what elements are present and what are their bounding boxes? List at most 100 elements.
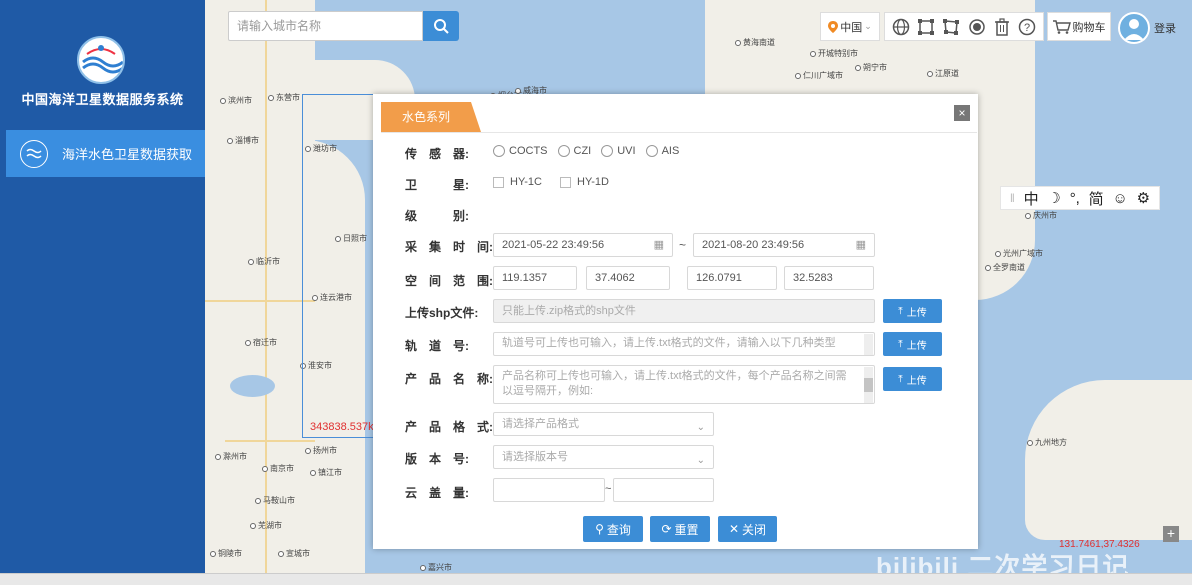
upload-icon: ⤒ <box>898 373 903 385</box>
satellite-checkbox-hy1d[interactable]: HY-1D <box>560 176 609 188</box>
map-city-label: 光州广域市 <box>995 248 1043 259</box>
version-select[interactable]: 请选择版本号 ⌄ <box>493 445 714 469</box>
dialog-close-icon[interactable]: × <box>954 105 970 121</box>
ime-mode-chinese[interactable]: 中 <box>1024 188 1039 209</box>
map-city-label: 马鞍山市 <box>255 495 295 506</box>
map-city-label: 开城特别市 <box>810 48 858 59</box>
format-label: 产 品 格 式: <box>405 420 493 434</box>
shp-label: 上传shp文件: <box>405 306 479 320</box>
query-button[interactable]: ⚲ 查询 <box>583 516 643 542</box>
cloud-min-input[interactable] <box>493 478 605 502</box>
satellite-checkbox-hy1c[interactable]: HY-1C <box>493 176 542 188</box>
shp-file-input[interactable]: 只能上传.zip格式的shp文件 <box>493 299 875 323</box>
draw-polygon-icon[interactable] <box>942 18 960 36</box>
map-city-label: 铜陵市 <box>210 548 242 559</box>
sensor-radio-czi[interactable]: CZI <box>557 145 591 158</box>
sidebar: 中国海洋卫星数据服务系统 海洋水色卫星数据获取 <box>0 0 205 573</box>
map-city-label: 九州地方 <box>1027 437 1067 448</box>
ime-toolbar: ‖ 中 ☽ °, 简 ☺ ⚙ <box>1000 186 1160 210</box>
shp-upload-button[interactable]: ⤒ 上传 <box>883 299 942 323</box>
tab-ocean-color[interactable]: 水色系列 <box>381 102 481 132</box>
ime-simplified[interactable]: 简 <box>1089 188 1104 209</box>
map-city-label: 滁州市 <box>215 451 247 462</box>
product-upload-button[interactable]: ⤒ 上传 <box>883 367 942 391</box>
time-separator: ~ <box>679 238 687 252</box>
sensor-radio-ais[interactable]: AIS <box>645 145 679 158</box>
nav-item-ocean-color[interactable]: 海洋水色卫星数据获取 <box>6 130 205 177</box>
orbit-scrollbar[interactable] <box>864 334 873 355</box>
map-city-label: 宣城市 <box>278 548 310 559</box>
close-icon: ✕ <box>728 522 740 536</box>
cart-icon <box>1052 19 1071 34</box>
range-label: 空 间 范 围: <box>405 274 493 288</box>
map-city-label: 东营市 <box>268 92 300 103</box>
app-logo <box>77 36 125 84</box>
orbit-upload-button[interactable]: ⤒ 上传 <box>883 332 942 356</box>
format-select[interactable]: 请选择产品格式 ⌄ <box>493 412 714 436</box>
city-search-input[interactable]: 请输入城市名称 <box>228 11 423 41</box>
satellite-options: HY-1C HY-1D <box>493 176 609 188</box>
waves-icon <box>20 139 48 168</box>
ime-emoji-icon[interactable]: ☺ <box>1113 190 1128 207</box>
close-button[interactable]: ✕ 关闭 <box>718 516 777 542</box>
ime-moon-icon[interactable]: ☽ <box>1047 189 1060 207</box>
map-city-label: 黄海南道 <box>735 37 775 48</box>
ime-handle[interactable]: ‖ <box>1010 191 1015 205</box>
map-land <box>1025 380 1192 540</box>
refresh-icon: ⟳ <box>661 522 672 536</box>
level-label: 级 别: <box>405 209 469 223</box>
calendar-icon: ▦ <box>653 239 664 251</box>
location-pin-icon <box>828 20 839 33</box>
cloud-max-input[interactable] <box>613 478 714 502</box>
help-icon[interactable]: ? <box>1018 18 1036 36</box>
map-selection-rectangle[interactable] <box>302 94 377 438</box>
satellite-label: 卫 星: <box>405 178 469 192</box>
map-city-label: 宿迁市 <box>245 337 277 348</box>
globe-icon[interactable] <box>892 18 910 36</box>
time-label: 采 集 时 间: <box>405 240 493 254</box>
map-city-label: 扬州市 <box>305 445 337 456</box>
zoom-in-button[interactable]: + <box>1163 526 1179 542</box>
draw-circle-icon[interactable] <box>968 18 986 36</box>
time-end-input[interactable]: 2021-08-20 23:49:56 ▦ <box>693 233 875 257</box>
range-max-lat-input[interactable]: 37.4062 <box>586 266 670 290</box>
chevron-down-icon: ⌄ <box>864 21 872 31</box>
product-name-textarea[interactable]: 产品名称可上传也可输入，请上传.txt格式的文件，每个产品名称之间需以逗号隔开，… <box>493 365 875 404</box>
ime-settings-icon[interactable]: ⚙ <box>1137 189 1150 207</box>
search-button[interactable] <box>423 11 459 41</box>
cart-button[interactable]: 购物车 <box>1047 12 1111 41</box>
map-city-label: 滨州市 <box>220 95 252 106</box>
tab-divider <box>381 132 977 133</box>
sensor-radio-cocts[interactable]: COCTS <box>493 145 548 158</box>
map-city-label: 仁川广域市 <box>795 70 843 81</box>
horizontal-scrollbar[interactable] <box>0 573 1192 585</box>
cloud-separator: ~ <box>605 483 612 495</box>
range-max-lon-input[interactable]: 126.0791 <box>687 266 777 290</box>
upload-icon: ⤒ <box>898 305 903 317</box>
reset-button[interactable]: ⟳ 重置 <box>650 516 710 542</box>
map-road <box>265 0 267 573</box>
map-city-label: 朔宁市 <box>855 62 887 73</box>
time-start-input[interactable]: 2021-05-22 23:49:56 ▦ <box>493 233 673 257</box>
range-min-lon-input[interactable]: 119.1357 <box>493 266 577 290</box>
product-name-label: 产 品 名 称: <box>405 372 493 386</box>
map-city-label: 镇江市 <box>310 467 342 478</box>
product-name-scroll-thumb[interactable] <box>864 378 873 392</box>
sensor-radio-uvi[interactable]: UVI <box>601 145 636 158</box>
orbit-textarea[interactable]: 轨道号可上传也可输入，请上传.txt格式的文件，请输入以下几种类型 <box>493 332 875 356</box>
system-title: 中国海洋卫星数据服务系统 <box>21 92 184 107</box>
map-city-label: 嘉兴市 <box>420 562 452 573</box>
search-icon: ⚲ <box>595 522 604 536</box>
ime-punctuation-icon[interactable]: °, <box>1070 190 1080 207</box>
region-selector[interactable]: 中国 ⌄ <box>820 12 880 41</box>
trash-icon[interactable] <box>993 17 1011 36</box>
nav-item-label: 海洋水色卫星数据获取 <box>62 147 193 162</box>
map-city-label: 南京市 <box>262 463 294 474</box>
svg-text:?: ? <box>1024 22 1030 34</box>
range-min-lat-input[interactable]: 32.5283 <box>784 266 874 290</box>
map-city-label: 全罗南道 <box>985 262 1025 273</box>
map-road <box>225 440 315 442</box>
draw-rectangle-icon[interactable] <box>917 18 935 36</box>
orbit-label: 轨 道 号: <box>405 339 469 353</box>
login-button[interactable]: 登录 <box>1118 12 1192 44</box>
